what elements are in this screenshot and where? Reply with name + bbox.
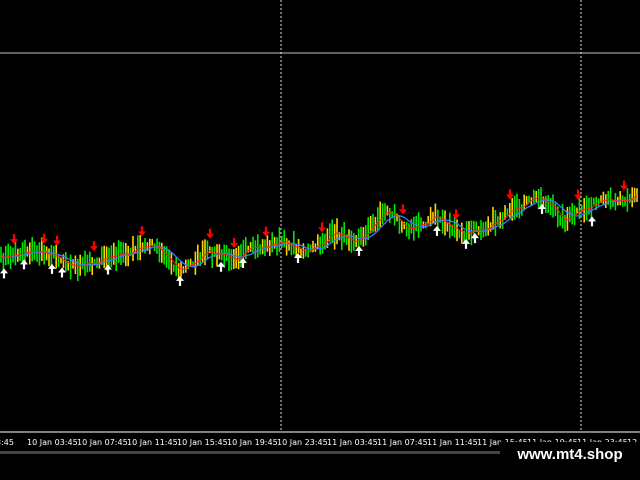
watermark-text: www.mt4.shop [500, 442, 640, 468]
mt4-chart-window: 3:45 10 Jan 03:45 10 Jan 07:45 10 Jan 11… [0, 0, 640, 480]
price-chart[interactable]: 3:45 10 Jan 03:45 10 Jan 07:45 10 Jan 11… [0, 0, 640, 480]
time-tick-label: 10 Jan 15:45 [177, 438, 228, 447]
time-tick-label: 10 Jan 19:45 [227, 438, 278, 447]
time-tick-label: 11 Jan 03:45 [327, 438, 378, 447]
time-tick-label: 10 Jan 23:45 [277, 438, 328, 447]
time-tick-label: 3:45 [0, 438, 14, 447]
time-tick-label: 10 Jan 11:45 [127, 438, 178, 447]
time-tick-label: 10 Jan 07:45 [77, 438, 128, 447]
time-tick-label: 11 Jan 11:45 [427, 438, 478, 447]
time-tick-label: 11 Jan 07:45 [377, 438, 428, 447]
time-tick-label: 10 Jan 03:45 [27, 438, 78, 447]
